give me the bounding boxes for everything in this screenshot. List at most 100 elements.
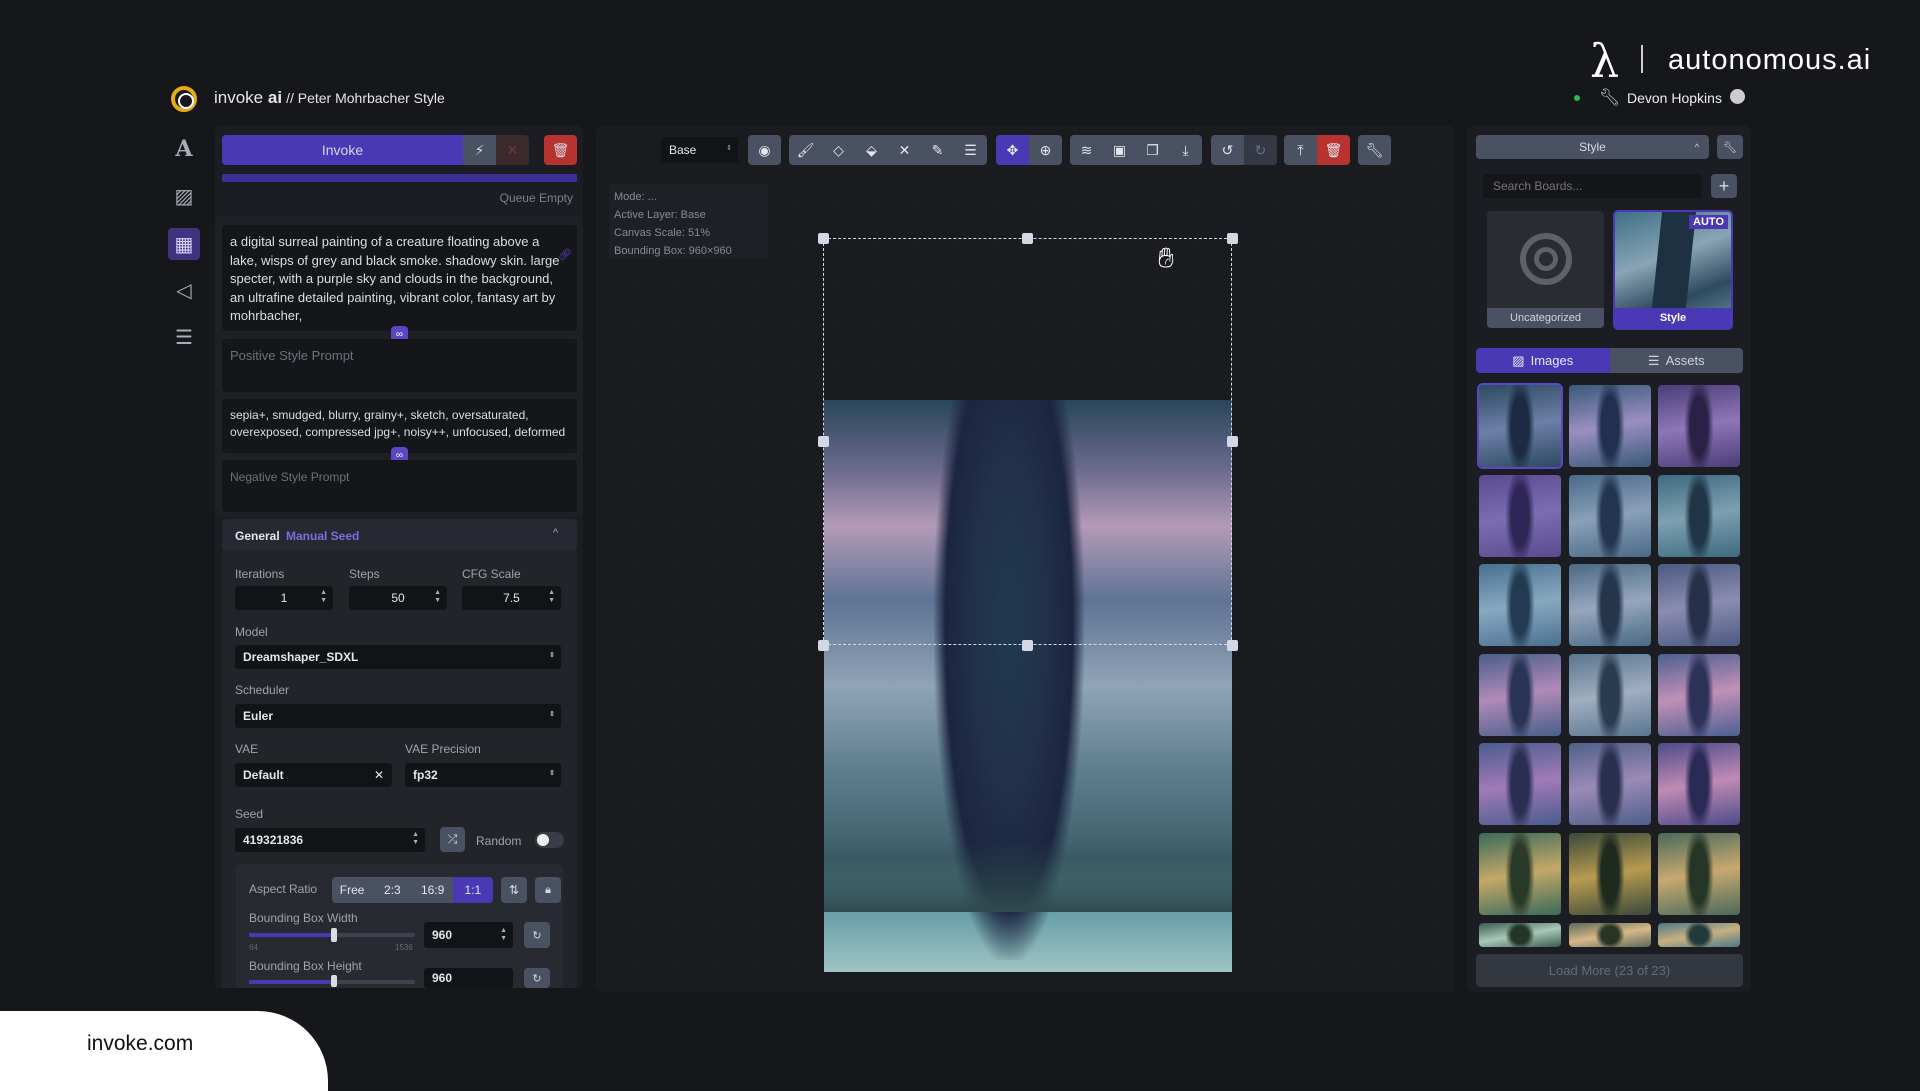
- aspect-option[interactable]: 2:3: [372, 877, 412, 903]
- bbox-width-input[interactable]: 960 ▲ ▼: [424, 922, 513, 948]
- undo-icon[interactable]: ↺: [1211, 135, 1244, 165]
- reset-view-icon[interactable]: ⊕: [1029, 135, 1062, 165]
- gallery-image-thumbnail[interactable]: [1658, 833, 1740, 915]
- user-name[interactable]: Devon Hopkins: [1627, 90, 1722, 106]
- aspect-option[interactable]: 16:9: [413, 877, 453, 903]
- clear-icon[interactable]: ✕: [374, 768, 384, 782]
- bbox-resize-handle[interactable]: [818, 233, 829, 244]
- canvas-grid-icon[interactable]: ▦: [168, 228, 200, 260]
- trash-icon[interactable]: 🗑︎: [1317, 135, 1350, 165]
- aspect-option[interactable]: 1:1: [452, 877, 493, 903]
- positive-prompt-input[interactable]: a digital surreal painting of a creature…: [222, 225, 577, 331]
- swap-dimensions-icon[interactable]: ⇅: [501, 877, 527, 903]
- menu-icon[interactable]: ☰: [168, 321, 200, 353]
- board-style[interactable]: AUTO Style: [1613, 210, 1733, 330]
- clear-icon[interactable]: ✕: [888, 135, 921, 165]
- gallery-image-thumbnail[interactable]: [1479, 743, 1561, 826]
- stepper-icon[interactable]: ▲ ▼: [434, 589, 441, 605]
- gallery-image-thumbnail[interactable]: [1479, 653, 1561, 736]
- fill-icon[interactable]: ⬙: [855, 135, 888, 165]
- gallery-image-thumbnail[interactable]: [1569, 385, 1651, 467]
- load-more-button[interactable]: Load More (23 of 23): [1476, 954, 1743, 987]
- eraser-icon[interactable]: ◇: [822, 135, 855, 165]
- bounding-box[interactable]: [823, 238, 1232, 645]
- gallery-image-thumbnail[interactable]: [1569, 564, 1651, 647]
- gallery-image-thumbnail[interactable]: [1479, 833, 1561, 915]
- tab-images[interactable]: ▨ Images: [1476, 348, 1610, 373]
- positive-style-prompt-input[interactable]: Positive Style Prompt: [222, 339, 577, 392]
- seed-input[interactable]: 419321836 ▲ ▼: [235, 828, 425, 852]
- gallery-image-thumbnail[interactable]: [1658, 922, 1740, 947]
- gallery-image-thumbnail[interactable]: [1479, 564, 1561, 647]
- wrench-icon[interactable]: 🔧︎: [1358, 135, 1391, 165]
- copy-icon[interactable]: ❐: [1136, 135, 1169, 165]
- search-boards-input[interactable]: [1483, 174, 1702, 198]
- gallery-settings-wrench-icon[interactable]: 🔧︎: [1717, 135, 1743, 159]
- tab-assets[interactable]: ☰ Assets: [1609, 348, 1743, 373]
- vae-precision-select[interactable]: fp32 ⇕: [405, 763, 561, 787]
- link-icon[interactable]: 🔗︎: [558, 248, 572, 261]
- add-board-plus-icon[interactable]: +: [1711, 174, 1737, 198]
- gallery-image-thumbnail[interactable]: [1658, 564, 1740, 647]
- negative-prompt-input[interactable]: sepia+, smudged, blurry, grainy+, sketch…: [222, 399, 577, 453]
- gallery-image-thumbnail[interactable]: [1477, 383, 1563, 469]
- gallery-image-thumbnail[interactable]: [1569, 922, 1651, 947]
- bbox-width-slider[interactable]: [249, 928, 415, 942]
- random-toggle[interactable]: [535, 832, 564, 848]
- wrench-icon[interactable]: 🔧︎: [1599, 88, 1621, 108]
- bbox-resize-handle[interactable]: [1022, 640, 1033, 651]
- slider-thumb[interactable]: [331, 975, 337, 987]
- reset-icon[interactable]: ↻: [524, 968, 550, 988]
- stepper-icon[interactable]: ▲ ▼: [548, 589, 555, 605]
- board-select[interactable]: Style ^: [1476, 135, 1709, 159]
- download-icon[interactable]: ⤓: [1169, 135, 1202, 165]
- lock-icon[interactable]: 🔒︎: [535, 877, 561, 903]
- board-uncategorized[interactable]: Uncategorized: [1487, 211, 1604, 328]
- stepper-icon[interactable]: ▲ ▼: [320, 589, 327, 605]
- gallery-image-thumbnail[interactable]: [1479, 474, 1561, 557]
- move-icon[interactable]: ✥: [996, 135, 1029, 165]
- bbox-resize-handle[interactable]: [1022, 233, 1033, 244]
- gallery-image-thumbnail[interactable]: [1479, 922, 1561, 947]
- settings-sliders-icon[interactable]: ☰: [954, 135, 987, 165]
- shuffle-seed-icon[interactable]: ⤮: [440, 827, 465, 852]
- model-select[interactable]: Dreamshaper_SDXL ⇕: [235, 645, 561, 669]
- gallery-image-thumbnail[interactable]: [1658, 743, 1740, 826]
- gallery-image-thumbnail[interactable]: [1569, 743, 1651, 826]
- mask-icon[interactable]: ◉: [748, 135, 781, 165]
- bbox-resize-handle[interactable]: [1227, 436, 1238, 447]
- bbox-resize-handle[interactable]: [1227, 233, 1238, 244]
- bbox-resize-handle[interactable]: [1227, 640, 1238, 651]
- workflow-icon[interactable]: ◁: [168, 274, 200, 306]
- layer-select[interactable]: Base ⇕: [661, 137, 738, 163]
- gallery-image-thumbnail[interactable]: [1569, 474, 1651, 557]
- image-icon[interactable]: ▨: [168, 180, 200, 212]
- redo-icon[interactable]: ↻: [1244, 135, 1277, 165]
- brush-icon[interactable]: 🖌︎: [789, 135, 822, 165]
- bbox-resize-handle[interactable]: [818, 436, 829, 447]
- gallery-image-thumbnail[interactable]: [1658, 385, 1740, 467]
- upload-icon[interactable]: ⤒: [1284, 135, 1317, 165]
- reset-icon[interactable]: ↻: [524, 922, 550, 948]
- invoke-button[interactable]: Invoke: [222, 135, 463, 165]
- slider-thumb[interactable]: [331, 928, 337, 942]
- negative-style-prompt-input[interactable]: Negative Style Prompt: [222, 460, 577, 512]
- save-icon[interactable]: ▣: [1103, 135, 1136, 165]
- steps-input[interactable]: 50 ▲ ▼: [349, 586, 447, 610]
- aspect-option[interactable]: Free: [332, 877, 372, 903]
- vae-select[interactable]: Default ✕: [235, 763, 392, 787]
- bbox-resize-handle[interactable]: [818, 640, 829, 651]
- gallery-image-thumbnail[interactable]: [1569, 653, 1651, 736]
- merge-layers-icon[interactable]: ≋: [1070, 135, 1103, 165]
- stepper-icon[interactable]: ▲ ▼: [412, 831, 419, 847]
- gallery-image-thumbnail[interactable]: [1658, 474, 1740, 557]
- gallery-image-thumbnail[interactable]: [1569, 833, 1651, 915]
- lightning-icon[interactable]: ⚡︎: [463, 135, 496, 165]
- bbox-height-input[interactable]: 960: [424, 968, 513, 988]
- chevron-up-icon[interactable]: ^: [553, 527, 558, 539]
- scheduler-select[interactable]: Euler ⇕: [235, 704, 561, 728]
- cfg-input[interactable]: 7.5 ▲ ▼: [462, 586, 561, 610]
- gallery-image-thumbnail[interactable]: [1658, 653, 1740, 736]
- text-icon[interactable]: A: [168, 133, 200, 165]
- color-picker-icon[interactable]: ✎: [921, 135, 954, 165]
